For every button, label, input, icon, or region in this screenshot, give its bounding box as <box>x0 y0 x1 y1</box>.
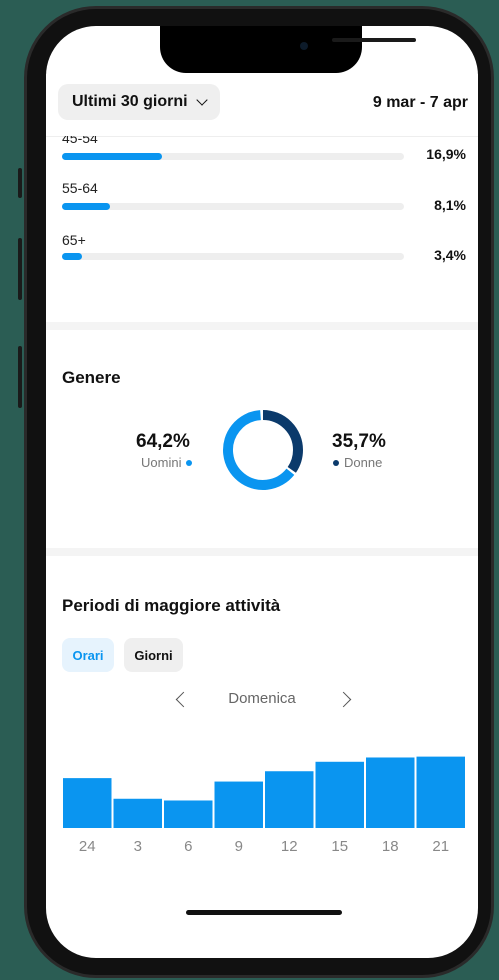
day-name: Domenica <box>228 690 296 707</box>
date-range-text: 9 mar - 7 apr <box>372 94 468 111</box>
age-bar-track <box>62 253 404 260</box>
activity-bar-chart <box>63 756 465 828</box>
tab-giorni-label: Giorni <box>134 647 173 663</box>
female-percent: 35,7% <box>332 431 386 452</box>
mute-switch <box>18 168 22 198</box>
day-navigator: Domenica <box>46 686 478 714</box>
chevron-down-icon <box>195 94 208 106</box>
x-tick-label: 12 <box>280 838 298 855</box>
female-dot-icon <box>333 459 339 466</box>
x-tick-label: 18 <box>381 838 399 855</box>
date-range-bar: Ultimi 30 giorni 9 mar - 7 apr <box>46 74 478 137</box>
age-percent: 8,1% <box>434 197 466 213</box>
age-bar-track <box>62 153 404 160</box>
x-tick-label: 9 <box>234 838 243 855</box>
activity-bar-9 <box>214 781 263 828</box>
male-percent: 64,2% <box>136 431 190 452</box>
activity-bar-24 <box>63 778 112 828</box>
female-legend: Donne <box>333 455 382 470</box>
age-bar-track <box>62 203 404 210</box>
age-bar-fill <box>62 253 83 260</box>
front-camera-icon <box>300 42 308 50</box>
age-row-65-plus: 65+ 3,4% <box>62 232 466 272</box>
age-row-55-64: 55-64 8,1% <box>62 180 466 220</box>
speaker-grille <box>332 38 416 42</box>
activity-bar-12 <box>265 771 314 828</box>
donut-segment-male <box>223 410 303 490</box>
tab-orari-label: Orari <box>72 647 104 663</box>
section-divider <box>46 548 478 556</box>
range-dropdown-label: Ultimi 30 giorni <box>72 93 188 110</box>
range-dropdown-button[interactable]: Ultimi 30 giorni <box>58 84 220 120</box>
tab-orari[interactable]: Orari <box>62 638 114 672</box>
screen: Ultimi 30 giorni 9 mar - 7 apr 45-54 16,… <box>46 26 478 958</box>
age-label: 45-54 <box>62 136 98 146</box>
home-indicator[interactable] <box>186 910 342 915</box>
notch <box>160 26 416 73</box>
age-label: 65+ <box>62 232 86 248</box>
x-tick-label: 15 <box>331 838 349 855</box>
activity-bar-3 <box>113 798 162 828</box>
female-label: Donne <box>344 455 383 470</box>
age-percent: 16,9% <box>426 146 466 162</box>
x-tick-label: 21 <box>432 838 450 855</box>
section-divider <box>46 322 478 330</box>
volume-down-button <box>18 346 22 408</box>
age-bar-fill <box>62 203 110 210</box>
activity-bar-21 <box>416 756 465 828</box>
activity-bar-6 <box>164 800 213 828</box>
male-dot-icon <box>186 459 193 466</box>
gender-title: Genere <box>62 368 121 387</box>
age-label: 55-64 <box>62 180 98 196</box>
volume-up-button <box>18 238 22 300</box>
age-bar-fill <box>62 153 162 160</box>
tab-giorni[interactable]: Giorni <box>124 638 183 672</box>
activity-title: Periodi di maggiore attività <box>62 596 281 615</box>
activity-bar-18 <box>366 757 415 828</box>
activity-bar-15 <box>315 761 364 828</box>
age-percent: 3,4% <box>434 247 466 263</box>
x-tick-label: 6 <box>184 838 193 855</box>
x-tick-label: 24 <box>78 838 96 855</box>
male-legend: Uomini <box>141 455 193 470</box>
gender-donut-chart <box>223 410 303 490</box>
male-label: Uomini <box>141 455 182 470</box>
x-tick-label: 3 <box>133 838 142 855</box>
age-row-45-54: 45-54 16,9% <box>62 136 466 166</box>
